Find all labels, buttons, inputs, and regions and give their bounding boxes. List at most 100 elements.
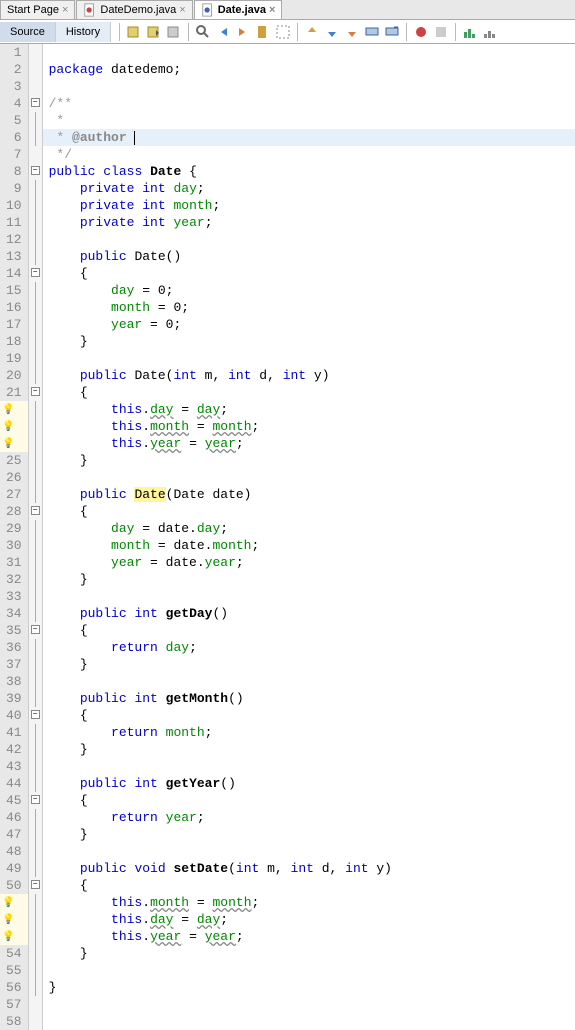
- line-number[interactable]: 48: [0, 843, 28, 860]
- code-line[interactable]: public int getYear(): [43, 775, 575, 792]
- code-line[interactable]: {: [43, 877, 575, 894]
- code-area[interactable]: package datedemo;/** * * @author */publi…: [43, 44, 575, 1030]
- code-line[interactable]: this.day = day;: [43, 401, 575, 418]
- code-line[interactable]: [43, 962, 575, 979]
- prev-icon[interactable]: [215, 24, 231, 40]
- line-number[interactable]: 5: [0, 112, 28, 129]
- code-line[interactable]: this.day = day;: [43, 911, 575, 928]
- code-line[interactable]: public int getMonth(): [43, 690, 575, 707]
- line-number[interactable]: 43: [0, 758, 28, 775]
- subtab-source[interactable]: Source: [0, 22, 56, 42]
- code-line[interactable]: public Date(Date date): [43, 486, 575, 503]
- shift-down2-icon[interactable]: [344, 24, 360, 40]
- line-number[interactable]: 7: [0, 146, 28, 163]
- line-number[interactable]: 47: [0, 826, 28, 843]
- bars-icon[interactable]: [482, 24, 498, 40]
- code-line[interactable]: {: [43, 503, 575, 520]
- nav-fwd-icon[interactable]: [146, 24, 162, 40]
- code-line[interactable]: [43, 350, 575, 367]
- code-line[interactable]: }: [43, 826, 575, 843]
- code-line[interactable]: [43, 758, 575, 775]
- line-number[interactable]: 50: [0, 877, 28, 894]
- comment-icon[interactable]: [364, 24, 380, 40]
- line-number[interactable]: 36: [0, 639, 28, 656]
- line-number[interactable]: [0, 894, 28, 911]
- line-number[interactable]: 37: [0, 656, 28, 673]
- line-number[interactable]: [0, 401, 28, 418]
- line-number[interactable]: 2: [0, 61, 28, 78]
- line-number[interactable]: 46: [0, 809, 28, 826]
- code-line[interactable]: this.year = year;: [43, 435, 575, 452]
- code-line[interactable]: [43, 843, 575, 860]
- code-line[interactable]: return month;: [43, 724, 575, 741]
- line-number[interactable]: 19: [0, 350, 28, 367]
- code-line[interactable]: }: [43, 979, 575, 996]
- code-line[interactable]: this.month = month;: [43, 418, 575, 435]
- code-line[interactable]: package datedemo;: [43, 61, 575, 78]
- line-number[interactable]: 42: [0, 741, 28, 758]
- line-number[interactable]: 56: [0, 979, 28, 996]
- line-number[interactable]: 45: [0, 792, 28, 809]
- code-line[interactable]: day = 0;: [43, 282, 575, 299]
- close-icon[interactable]: ×: [62, 4, 68, 16]
- subtab-history[interactable]: History: [56, 22, 111, 42]
- line-number[interactable]: 12: [0, 231, 28, 248]
- shift-up-icon[interactable]: [304, 24, 320, 40]
- line-number[interactable]: 34: [0, 605, 28, 622]
- line-number[interactable]: 49: [0, 860, 28, 877]
- line-number[interactable]: 58: [0, 1013, 28, 1030]
- line-number[interactable]: 54: [0, 945, 28, 962]
- code-line[interactable]: }: [43, 741, 575, 758]
- code-line[interactable]: {: [43, 707, 575, 724]
- line-number[interactable]: 1: [0, 44, 28, 61]
- code-line[interactable]: {: [43, 792, 575, 809]
- code-line[interactable]: month = date.month;: [43, 537, 575, 554]
- line-number[interactable]: 21: [0, 384, 28, 401]
- code-line[interactable]: public class Date {: [43, 163, 575, 180]
- code-line[interactable]: private int month;: [43, 197, 575, 214]
- line-number[interactable]: 35: [0, 622, 28, 639]
- fold-toggle-icon[interactable]: −: [31, 710, 40, 719]
- line-number[interactable]: 55: [0, 962, 28, 979]
- line-number[interactable]: 28: [0, 503, 28, 520]
- line-number[interactable]: 39: [0, 690, 28, 707]
- tab-startpage[interactable]: Start Page×: [0, 0, 75, 19]
- code-line[interactable]: {: [43, 265, 575, 282]
- fold-toggle-icon[interactable]: −: [31, 880, 40, 889]
- close-icon[interactable]: ×: [269, 4, 275, 16]
- code-line[interactable]: return year;: [43, 809, 575, 826]
- line-number[interactable]: 15: [0, 282, 28, 299]
- find-icon[interactable]: [195, 24, 211, 40]
- record-icon[interactable]: [413, 24, 429, 40]
- line-number[interactable]: [0, 911, 28, 928]
- line-number[interactable]: 38: [0, 673, 28, 690]
- line-number[interactable]: [0, 435, 28, 452]
- code-line[interactable]: }: [43, 945, 575, 962]
- line-number[interactable]: 32: [0, 571, 28, 588]
- line-number[interactable]: 41: [0, 724, 28, 741]
- line-number[interactable]: 14: [0, 265, 28, 282]
- code-line[interactable]: month = 0;: [43, 299, 575, 316]
- code-line[interactable]: public Date(): [43, 248, 575, 265]
- fold-gutter[interactable]: −−−−−−−−−: [29, 44, 43, 1030]
- line-number[interactable]: 17: [0, 316, 28, 333]
- code-line[interactable]: }: [43, 452, 575, 469]
- fold-toggle-icon[interactable]: −: [31, 268, 40, 277]
- code-line[interactable]: private int day;: [43, 180, 575, 197]
- line-number[interactable]: 25: [0, 452, 28, 469]
- code-line[interactable]: */: [43, 146, 575, 163]
- bookmark-icon[interactable]: [255, 24, 271, 40]
- next-icon[interactable]: [235, 24, 251, 40]
- chart-icon[interactable]: [462, 24, 478, 40]
- line-number[interactable]: 57: [0, 996, 28, 1013]
- line-number[interactable]: [0, 928, 28, 945]
- line-number[interactable]: 29: [0, 520, 28, 537]
- fold-toggle-icon[interactable]: −: [31, 625, 40, 634]
- code-line[interactable]: year = date.year;: [43, 554, 575, 571]
- code-line[interactable]: public void setDate(int m, int d, int y): [43, 860, 575, 877]
- line-number[interactable]: 6: [0, 129, 28, 146]
- tab-datedemo[interactable]: DateDemo.java×: [76, 0, 192, 19]
- line-number[interactable]: 31: [0, 554, 28, 571]
- code-line[interactable]: day = date.day;: [43, 520, 575, 537]
- stop-icon[interactable]: [433, 24, 449, 40]
